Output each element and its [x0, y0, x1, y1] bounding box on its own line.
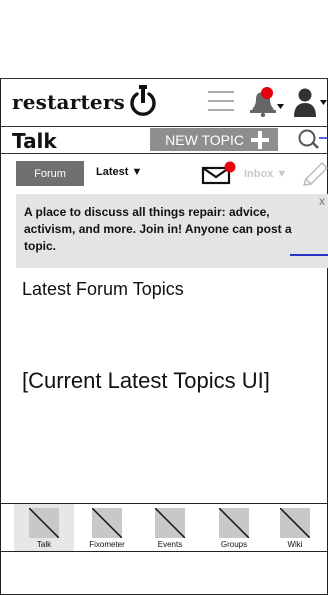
power-icon	[130, 85, 156, 116]
hamburger-menu-icon[interactable]	[207, 89, 235, 113]
nav-item-talk[interactable]: Talk	[14, 504, 74, 551]
latest-topics-placeholder: [Current Latest Topics UI]	[22, 368, 270, 393]
nav-label-events: Events	[157, 540, 183, 549]
tab-forum[interactable]: Forum	[16, 161, 84, 186]
inbox-dropdown[interactable]: Inbox ▼	[244, 168, 287, 180]
mail-icon[interactable]	[201, 161, 237, 185]
nav-label-talk: Talk	[36, 540, 52, 549]
section-heading: Latest Forum Topics	[22, 279, 184, 299]
notification-dot-icon	[261, 87, 273, 99]
close-icon[interactable]: x	[319, 194, 325, 208]
status-area	[0, 0, 328, 78]
mail-notification-dot-icon	[224, 161, 236, 173]
tab-forum-label: Forum	[34, 167, 66, 180]
events-icon	[155, 508, 185, 538]
nav-item-events[interactable]: Events	[140, 504, 200, 551]
nav-label-wiki: Wiki	[287, 540, 303, 549]
talk-bar: Talk NEW TOPIC	[0, 126, 328, 153]
nav-item-wiki[interactable]: Wiki	[265, 504, 325, 551]
search-icon[interactable]	[296, 127, 328, 153]
app-header: restarters	[0, 79, 328, 126]
notice-text: A place to discuss all things repair: ad…	[24, 205, 292, 253]
nav-item-groups[interactable]: Groups	[204, 504, 264, 551]
bottom-nav: Talk Fixometer Events Groups Wiki	[0, 503, 328, 552]
nav-label-fixometer: Fixometer	[89, 540, 125, 549]
brand-logo-text[interactable]: restarters	[12, 90, 125, 114]
new-topic-button[interactable]: NEW TOPIC	[150, 128, 278, 151]
page-title: Talk	[12, 129, 57, 153]
talk-icon	[29, 508, 59, 538]
tabs-row: Forum Latest ▼ Inbox ▼	[0, 155, 328, 192]
wiki-icon	[280, 508, 310, 538]
nav-item-fixometer[interactable]: Fixometer	[77, 504, 137, 551]
forum-intro-notice: A place to discuss all things repair: ad…	[16, 194, 328, 268]
fixometer-icon	[92, 508, 122, 538]
notice-link-underline[interactable]	[290, 254, 328, 256]
new-topic-label: NEW TOPIC	[165, 131, 244, 148]
groups-icon	[219, 508, 249, 538]
talkbar-divider	[0, 153, 328, 154]
nav-label-groups: Groups	[220, 540, 248, 549]
pencil-icon[interactable]	[300, 161, 328, 187]
user-icon[interactable]	[291, 87, 328, 117]
latest-dropdown[interactable]: Latest ▼	[96, 166, 142, 178]
plus-icon	[251, 131, 269, 149]
bell-icon[interactable]	[247, 87, 285, 117]
